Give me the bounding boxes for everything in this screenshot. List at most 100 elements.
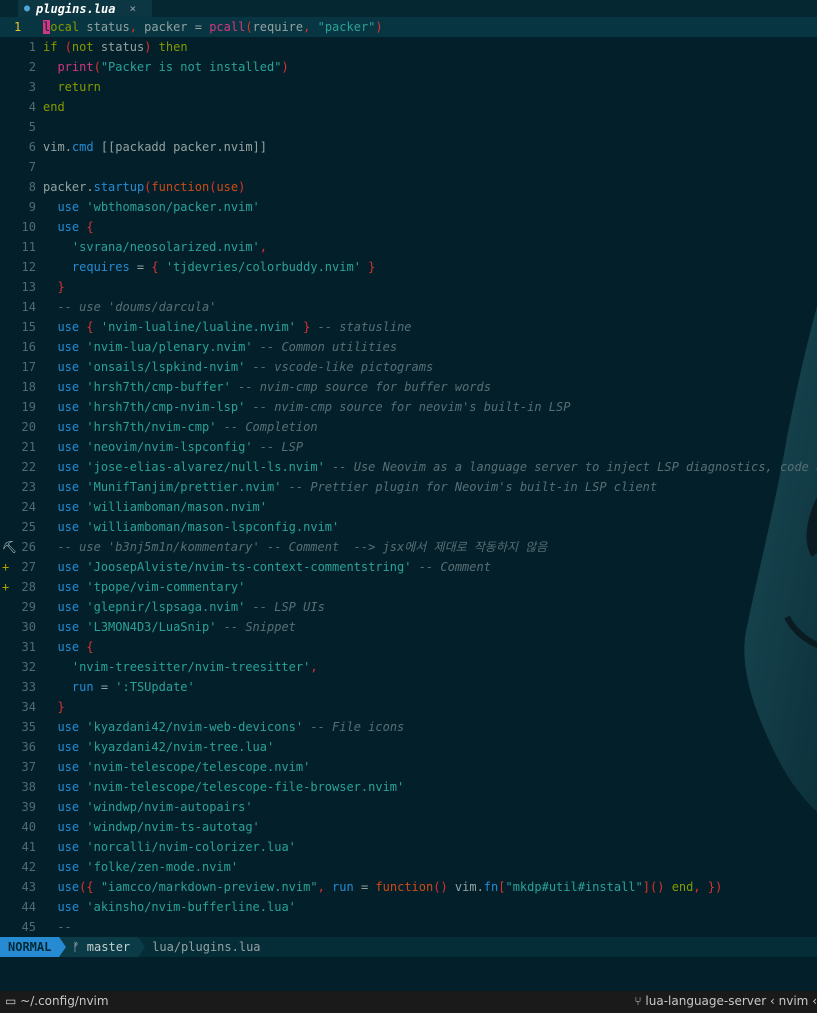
branch-name: master: [86, 940, 131, 954]
code-line[interactable]: 9 use 'wbthomason/packer.nvim': [0, 197, 817, 217]
code-line[interactable]: 43 use({ "iamcco/markdown-preview.nvim",…: [0, 877, 817, 897]
code-text: if (not status) then: [43, 37, 188, 57]
code-line[interactable]: 13 }: [0, 277, 817, 297]
code-text: use { 'nvim-lualine/lualine.nvim' } -- s…: [43, 317, 411, 337]
code-line[interactable]: 41 use 'norcalli/nvim-colorizer.lua': [0, 837, 817, 857]
token: [[packadd packer.nvim]]: [100, 140, 268, 154]
code-line[interactable]: 24 use 'williamboman/mason.nvim': [0, 497, 817, 517]
code-line[interactable]: 5: [0, 117, 817, 137]
code-line[interactable]: 12 requires = { 'tjdevries/colorbuddy.nv…: [0, 257, 817, 277]
token: run: [332, 880, 354, 894]
code-text: use 'nvim-telescope/telescope-file-brows…: [43, 777, 404, 797]
code-line[interactable]: 15 use { 'nvim-lualine/lualine.nvim' } -…: [0, 317, 817, 337]
code-line[interactable]: 21 use 'neovim/nvim-lspconfig' -- LSP: [0, 437, 817, 457]
token: run: [71, 680, 94, 694]
token: 'glepnir/lspsaga.nvim': [86, 600, 246, 614]
file-path: lua/plugins.lua: [152, 940, 261, 954]
code-line[interactable]: 6 vim.cmd [[packadd packer.nvim]]: [0, 137, 817, 157]
code-line[interactable]: 35 use 'kyazdani42/nvim-web-devicons' --…: [0, 717, 817, 737]
code-line[interactable]: 31 use {: [0, 637, 817, 657]
terminal-status-bar: ▭ ~/.config/nvim ⑂ lua-language-server ‹…: [0, 991, 817, 1013]
code-line[interactable]: 40 use 'windwp/nvim-ts-autotag': [0, 817, 817, 837]
close-icon[interactable]: ×: [130, 2, 137, 15]
line-number: 5: [28, 120, 36, 134]
code-line[interactable]: 19 use 'hrsh7th/cmp-nvim-lsp' -- nvim-cm…: [0, 397, 817, 417]
code-lines[interactable]: 1 local status, packer = pcall(require, "…: [0, 17, 817, 937]
token: 'wbthomason/packer.nvim': [86, 200, 260, 214]
code-line[interactable]: 36 use 'kyazdani42/nvim-tree.lua': [0, 737, 817, 757]
tab-plugins-lua[interactable]: ● plugins.lua ×: [18, 0, 152, 17]
code-line[interactable]: 17 use 'onsails/lspkind-nvim' -- vscode-…: [0, 357, 817, 377]
code-text: use 'L3MON4D3/LuaSnip' -- Snippet: [43, 617, 296, 637]
code-line[interactable]: 2 print("Packer is not installed"): [0, 57, 817, 77]
token: ): [238, 180, 246, 194]
token: use: [57, 480, 80, 494]
code-line[interactable]: 23 use 'MunifTanjim/prettier.nvim' -- Pr…: [0, 477, 817, 497]
token: ,: [310, 660, 318, 674]
code-line[interactable]: 18 use 'hrsh7th/cmp-buffer' -- nvim-cmp …: [0, 377, 817, 397]
code-line[interactable]: 11 'svrana/neosolarized.nvim',: [0, 237, 817, 257]
code-line[interactable]: 42 use 'folke/zen-mode.nvim': [0, 857, 817, 877]
code-line[interactable]: +27 use 'JoosepAlviste/nvim-ts-context-c…: [0, 557, 817, 577]
code-line[interactable]: 4 end: [0, 97, 817, 117]
line-number: 41: [21, 840, 36, 854]
code-text: -- use 'doums/darcula': [43, 297, 216, 317]
token: use: [216, 180, 239, 194]
code-line[interactable]: 33 run = ':TSUpdate': [0, 677, 817, 697]
token: 'onsails/lspkind-nvim': [86, 360, 246, 374]
line-number: 12: [21, 260, 36, 274]
code-line[interactable]: 32 'nvim-treesitter/nvim-treesitter',: [0, 657, 817, 677]
code-line[interactable]: +28 use 'tpope/vim-commentary': [0, 577, 817, 597]
code-line[interactable]: 7: [0, 157, 817, 177]
code-text: use 'kyazdani42/nvim-web-devicons' -- Fi…: [43, 717, 404, 737]
code-line[interactable]: 30 use 'L3MON4D3/LuaSnip' -- Snippet: [0, 617, 817, 637]
code-line[interactable]: 1 if (not status) then: [0, 37, 817, 57]
token: use: [57, 340, 80, 354]
code-line[interactable]: 44 use 'akinsho/nvim-bufferline.lua': [0, 897, 817, 917]
code-text: use 'akinsho/nvim-bufferline.lua': [43, 897, 295, 917]
code-line[interactable]: 45 --: [0, 917, 817, 937]
token: return: [57, 80, 101, 94]
code-line[interactable]: 3 return: [0, 77, 817, 97]
editor-pane[interactable]: 1 local status, packer = pcall(require, "…: [0, 17, 817, 937]
token: -- Snippet: [216, 620, 296, 634]
token: 'williamboman/mason.nvim': [86, 500, 267, 514]
code-text: --: [43, 917, 71, 937]
line-number: 36: [21, 740, 36, 754]
token: 'nvim-telescope/telescope-file-browser.n…: [86, 780, 405, 794]
line-number: 20: [21, 420, 36, 434]
code-line[interactable]: 39 use 'windwp/nvim-autopairs': [0, 797, 817, 817]
code-line[interactable]: 25 use 'williamboman/mason-lspconfig.nvi…: [0, 517, 817, 537]
code-line[interactable]: ⛏ 26 -- use 'b3nj5m1n/kommentary' -- Comm…: [0, 537, 817, 557]
code-line[interactable]: 10 use {: [0, 217, 817, 237]
line-number: 26: [21, 540, 36, 554]
token: use: [57, 500, 80, 514]
code-line[interactable]: 34 }: [0, 697, 817, 717]
token: use: [57, 820, 80, 834]
token: vim: [43, 140, 65, 154]
code-text: local status, packer = pcall(require, "p…: [43, 17, 383, 37]
token: use: [57, 440, 80, 454]
command-line[interactable]: [0, 957, 817, 991]
code-line[interactable]: 8 packer.startup(function(use): [0, 177, 817, 197]
code-text: end: [43, 97, 65, 117]
token: function: [375, 880, 434, 894]
token: 'windwp/nvim-ts-autotag': [86, 820, 260, 834]
separator: [59, 937, 67, 957]
code-line[interactable]: 16 use 'nvim-lua/plenary.nvim' -- Common…: [0, 337, 817, 357]
code-line[interactable]: 22 use 'jose-elias-alvarez/null-ls.nvim'…: [0, 457, 817, 477]
code-line[interactable]: 1 local status, packer = pcall(require, "…: [0, 17, 817, 37]
code-line[interactable]: 14 -- use 'doums/darcula': [0, 297, 817, 317]
code-text: -- use 'b3nj5m1n/kommentary' -- Comment …: [43, 537, 547, 557]
line-number: 43: [21, 880, 36, 894]
code-line[interactable]: 38 use 'nvim-telescope/telescope-file-br…: [0, 777, 817, 797]
token: 'hrsh7th/cmp-buffer': [86, 380, 231, 394]
code-line[interactable]: 20 use 'hrsh7th/nvim-cmp' -- Completion: [0, 417, 817, 437]
code-line[interactable]: 29 use 'glepnir/lspsaga.nvim' -- LSP UIs: [0, 597, 817, 617]
code-line[interactable]: 37 use 'nvim-telescope/telescope.nvim': [0, 757, 817, 777]
